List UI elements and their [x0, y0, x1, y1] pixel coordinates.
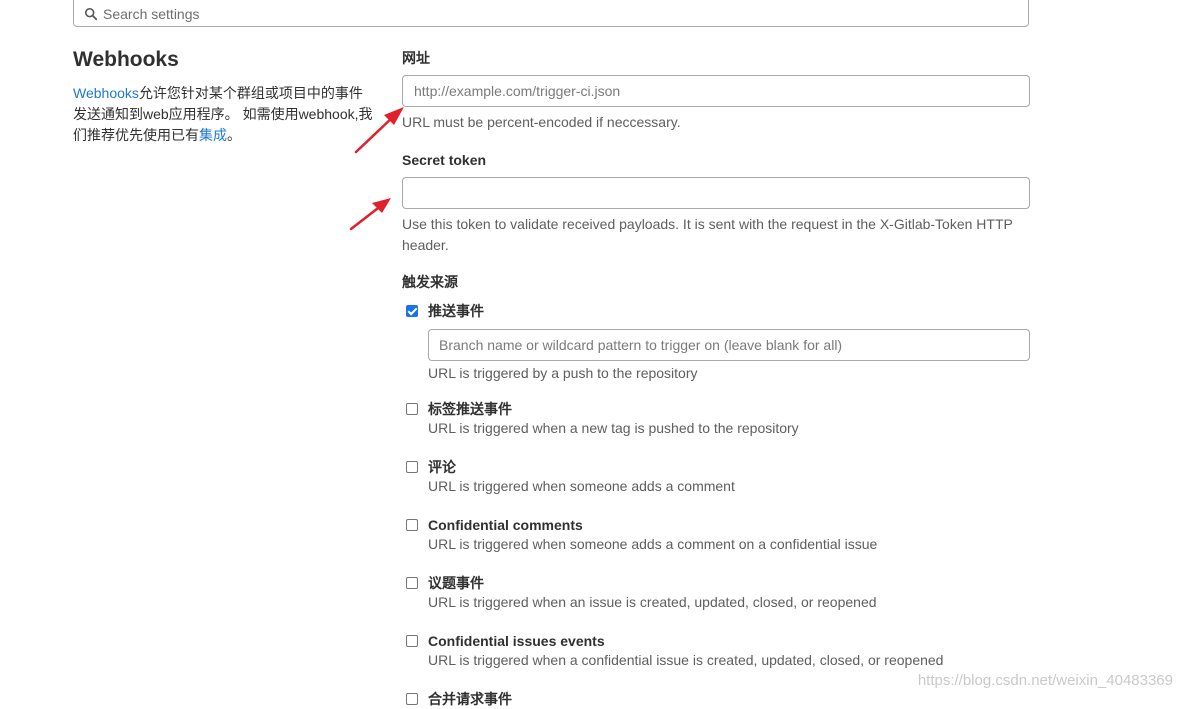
tag-push-events-checkbox[interactable] — [406, 403, 418, 415]
trigger-tag-push-events: 标签推送事件 URL is triggered when a new tag i… — [402, 400, 1030, 439]
integrations-link[interactable]: 集成 — [199, 127, 227, 143]
trigger-label: 触发来源 — [402, 274, 458, 290]
confidential-issues-help: URL is triggered when a confidential iss… — [428, 652, 944, 668]
annotation-arrow-token — [349, 198, 391, 231]
watermark: https://blog.csdn.net/weixin_40483369 — [917, 672, 1173, 689]
merge-request-events-label: 合并请求事件 — [428, 691, 512, 707]
webhooks-doc-link[interactable]: Webhooks — [73, 85, 139, 101]
confidential-issues-label: Confidential issues events — [428, 633, 605, 649]
trigger-issue-events: 议题事件 URL is triggered when an issue is c… — [402, 574, 1030, 613]
trigger-confidential-issues-events: Confidential issues events URL is trigge… — [402, 632, 1030, 671]
tag-push-events-help: URL is triggered when a new tag is pushe… — [428, 420, 799, 436]
push-events-help: URL is triggered by a push to the reposi… — [428, 365, 698, 381]
trigger-confidential-comments: Confidential comments URL is triggered w… — [402, 516, 1030, 555]
annotation-arrow-url — [354, 107, 404, 154]
merge-request-events-checkbox[interactable] — [406, 693, 418, 705]
comments-help: URL is triggered when someone adds a com… — [428, 478, 735, 494]
url-label: 网址 — [402, 50, 430, 66]
issue-events-label: 议题事件 — [428, 575, 484, 591]
issue-events-help: URL is triggered when an issue is create… — [428, 594, 877, 610]
comments-label: 评论 — [428, 459, 456, 475]
push-events-label: 推送事件 — [428, 303, 484, 319]
trigger-comments: 评论 URL is triggered when someone adds a … — [402, 458, 1030, 497]
trigger-push-events: 推送事件 URL is triggered by a push to the r… — [402, 302, 1030, 384]
section-title: Webhooks — [73, 48, 179, 71]
confidential-comments-label: Confidential comments — [428, 517, 583, 533]
confidential-issues-checkbox[interactable] — [406, 635, 418, 647]
push-events-checkbox[interactable] — [406, 305, 418, 317]
url-input[interactable] — [402, 75, 1030, 107]
secret-token-input[interactable] — [402, 177, 1030, 209]
tag-push-events-label: 标签推送事件 — [428, 401, 512, 417]
section-description: Webhooks允许您针对某个群组或项目中的事件发送通知到web应用程序。 如需… — [73, 83, 373, 146]
url-help: URL must be percent-encoded if neccessar… — [402, 114, 681, 130]
confidential-comments-checkbox[interactable] — [406, 519, 418, 531]
issue-events-checkbox[interactable] — [406, 577, 418, 589]
comments-checkbox[interactable] — [406, 461, 418, 473]
search-settings-box[interactable] — [73, 0, 1029, 27]
secret-token-label: Secret token — [402, 152, 487, 168]
secret-token-help: Use this token to validate received payl… — [402, 216, 1013, 253]
section-description-end: 。 — [227, 127, 241, 143]
search-icon — [84, 7, 98, 20]
search-input[interactable] — [103, 5, 1003, 22]
branch-filter-input[interactable] — [428, 329, 1030, 361]
trigger-merge-request-events: 合并请求事件 — [402, 690, 1030, 708]
section-info: Webhooks Webhooks允许您针对某个群组或项目中的事件发送通知到we… — [73, 46, 373, 146]
confidential-comments-help: URL is triggered when someone adds a com… — [428, 536, 878, 552]
